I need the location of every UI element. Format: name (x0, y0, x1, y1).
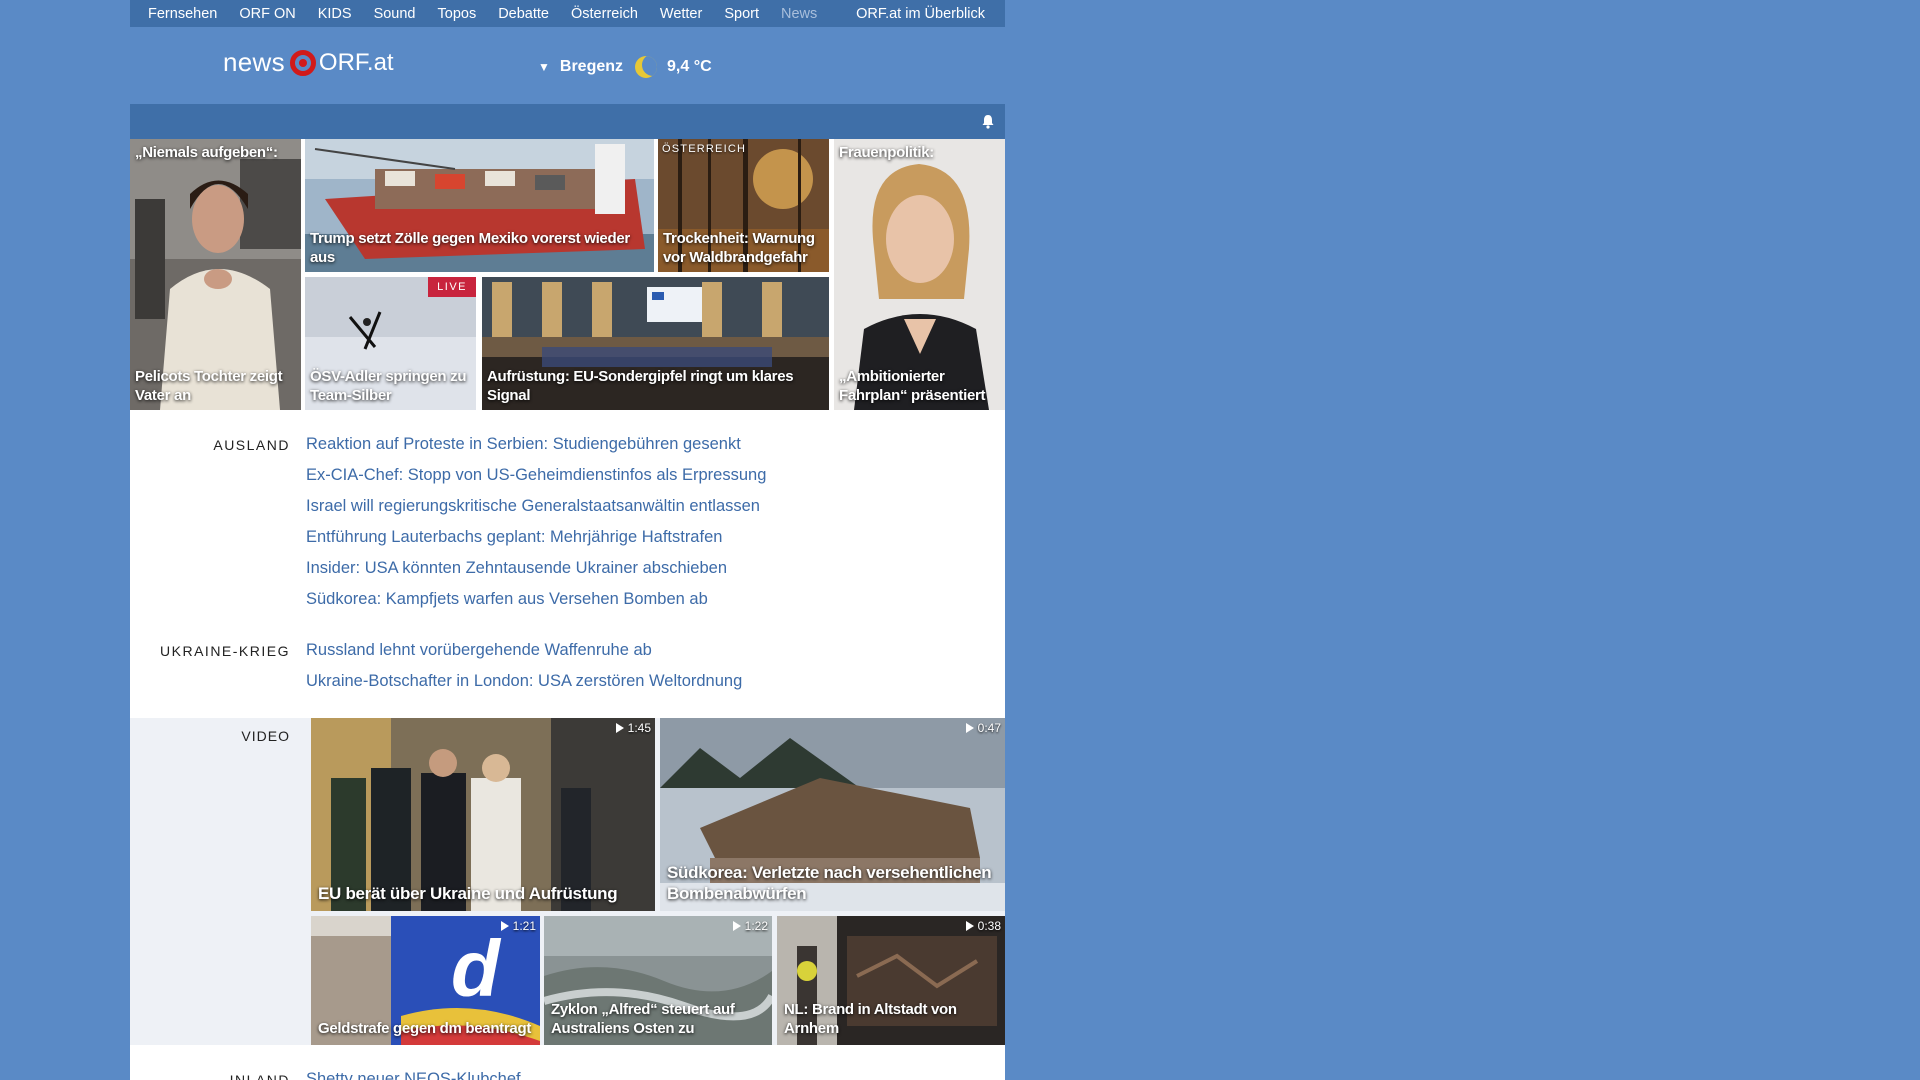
play-icon (500, 921, 509, 931)
video-title: NL: Brand in Altstadt von Arnhem (784, 1001, 957, 1037)
video-duration: 1:22 (732, 919, 768, 933)
news-orf-logo[interactable]: news ORF.at (223, 47, 394, 78)
ausland-link[interactable]: Südkorea: Kampfjets warfen aus Versehen … (306, 590, 708, 609)
ausland-link[interactable]: Israel will regierungskritische Generals… (306, 497, 760, 516)
weather-widget[interactable]: ▼ Bregenz 9,4 °C (538, 56, 712, 78)
live-badge: LIVE (428, 277, 476, 297)
nav-item-topos[interactable]: Topos (438, 6, 477, 22)
video-title: Geldstrafe gegen dm beantragt (318, 1020, 532, 1037)
video-title: EU berät über Ukraine und Aufrüstung (318, 884, 618, 903)
video-duration: 1:45 (615, 721, 651, 735)
news-lists: AUSLAND Reaktion auf Proteste in Serbien… (130, 410, 1005, 718)
svg-text:d: d (451, 924, 502, 1013)
ausland-link[interactable]: Reaktion auf Proteste in Serbien: Studie… (306, 435, 741, 454)
teaser-title: Pelicots Tochter zeigt Vater an (135, 368, 283, 404)
video-title: Südkorea: Verletzte nach versehentlichen… (667, 863, 992, 903)
teaser-title: „Ambitionierter Fahrplan“ präsentiert (839, 368, 986, 404)
teaser-eu-sondergipfel[interactable]: Aufrüstung: EU-Sondergipfel ringt um kla… (482, 277, 829, 410)
inland-link[interactable]: Shetty neuer NEOS-Klubchef (306, 1070, 521, 1080)
nav-item-fernsehen[interactable]: Fernsehen (148, 6, 217, 22)
nav-item-sport[interactable]: Sport (724, 6, 759, 22)
video-eu-beraet[interactable]: 1:45 EU berät über Ukraine und Aufrüstun… (311, 718, 655, 911)
nav-item-orf-on[interactable]: ORF ON (239, 6, 295, 22)
video-duration: 0:38 (965, 919, 1001, 933)
section-label-ukraine-krieg: UKRAINE-KRIEG (160, 643, 290, 659)
play-icon (732, 921, 741, 931)
video-duration: 1:21 (500, 919, 536, 933)
nav-item-oesterreich[interactable]: Österreich (571, 6, 638, 22)
top-navigation: Fernsehen ORF ON KIDS Sound Topos Debatt… (130, 0, 1005, 27)
teaser-title: ÖSV-Adler springen zu Team-Silber (310, 368, 467, 404)
video-arnhem-brand[interactable]: 0:38 NL: Brand in Altstadt von Arnhem (777, 916, 1005, 1045)
moon-icon (635, 56, 658, 78)
nav-item-sound[interactable]: Sound (374, 6, 416, 22)
teaser-title: Aufrüstung: EU-Sondergipfel ringt um kla… (487, 368, 794, 404)
play-icon (965, 723, 974, 733)
video-section: VIDEO 1:45 EU berät über Ukraine und Auf… (130, 718, 1005, 1045)
video-dm-geldstrafe[interactable]: d 1:21 Geldstrafe gegen dm beantragt (311, 916, 540, 1045)
ukraine-link[interactable]: Russland lehnt vorübergehende Waffenruhe… (306, 641, 652, 660)
site-header: news ORF.at ▼ Bregenz 9,4 °C (130, 27, 1005, 104)
teaser-title: Trump setzt Zölle gegen Mexiko vorerst w… (310, 230, 630, 266)
teaser-pelicot[interactable]: „Niemals aufgeben“: Pelicots Tochter zei… (130, 139, 301, 410)
nav-item-news[interactable]: News (781, 6, 817, 22)
teaser-kicker: „Niemals aufgeben“: (135, 144, 278, 161)
nav-item-kids[interactable]: KIDS (318, 6, 352, 22)
video-title: Zyklon „Alfred“ steuert auf Australiens … (551, 1001, 735, 1037)
logo-news-text: news (223, 47, 285, 77)
orf-eye-icon (289, 49, 316, 76)
inland-section: INLAND Shetty neuer NEOS-Klubchef (130, 1045, 1005, 1080)
section-label-inland: INLAND (229, 1072, 290, 1080)
bell-icon[interactable] (981, 114, 995, 129)
teaser-trockenheit[interactable]: ÖSTERREICH Trockenheit: Warnung vor Wald… (658, 139, 829, 272)
header-bar (130, 104, 1005, 139)
page-column: Fernsehen ORF ON KIDS Sound Topos Debatt… (130, 0, 1005, 1080)
teaser-title: Trockenheit: Warnung vor Waldbrandgefahr (663, 230, 815, 266)
video-suedkorea[interactable]: 0:47 Südkorea: Verletzte nach versehentl… (660, 718, 1005, 911)
section-label-video: VIDEO (241, 728, 290, 744)
video-zyklon-alfred[interactable]: 1:22 Zyklon „Alfred“ steuert auf Austral… (544, 916, 772, 1045)
logo-orf-text: ORF.at (318, 48, 394, 76)
teaser-section-tag: ÖSTERREICH (662, 143, 747, 155)
video-duration: 0:47 (965, 721, 1001, 735)
ausland-link[interactable]: Insider: USA könnten Zehntausende Ukrain… (306, 559, 727, 578)
teaser-trump-zoelle[interactable]: Trump setzt Zölle gegen Mexiko vorerst w… (305, 139, 654, 272)
section-label-ausland: AUSLAND (213, 437, 290, 453)
play-icon (965, 921, 974, 931)
play-icon (615, 723, 624, 733)
top-stories-grid: „Niemals aufgeben“: Pelicots Tochter zei… (130, 139, 1005, 410)
teaser-kicker: Frauenpolitik: (839, 144, 934, 161)
teaser-oesv-adler[interactable]: LIVE ÖSV-Adler springen zu Team-Silber (305, 277, 476, 410)
nav-overview-link[interactable]: ORF.at im Überblick (856, 6, 985, 22)
nav-item-wetter[interactable]: Wetter (660, 6, 702, 22)
dropdown-triangle-icon: ▼ (538, 60, 550, 74)
weather-temperature: 9,4 °C (667, 58, 712, 75)
ausland-link[interactable]: Ex-CIA-Chef: Stopp von US-Geheimdienstin… (306, 466, 766, 485)
ausland-link[interactable]: Entführung Lauterbachs geplant: Mehrjähr… (306, 528, 722, 547)
ukraine-link[interactable]: Ukraine-Botschafter in London: USA zerst… (306, 672, 742, 691)
teaser-frauenpolitik[interactable]: Frauenpolitik: „Ambitionierter Fahrplan“… (834, 139, 1005, 410)
nav-item-debatte[interactable]: Debatte (498, 6, 549, 22)
weather-location: Bregenz (559, 58, 624, 75)
